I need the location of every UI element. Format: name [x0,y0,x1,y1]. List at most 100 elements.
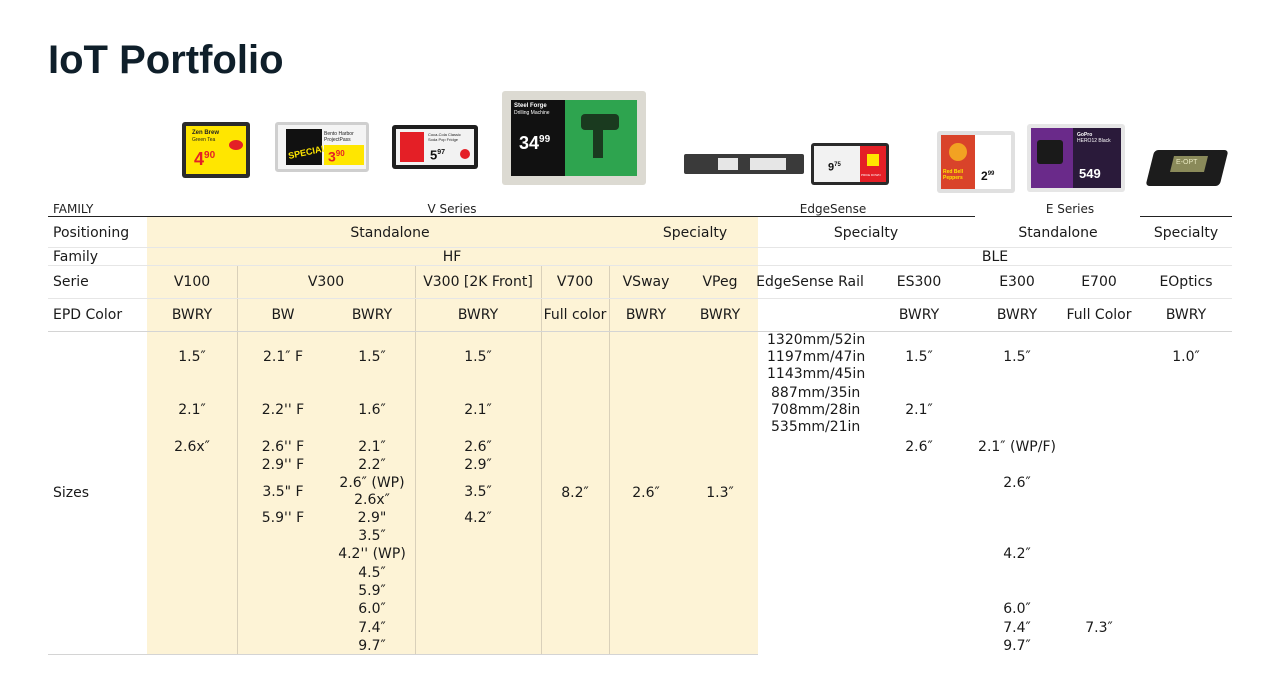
device-text: Steel Forge [514,103,547,109]
size-cell: 1.5″ [905,349,933,365]
size-cell: 2.1″ F [263,349,303,365]
device-price: 597 [430,145,445,163]
epd-es300: BWRY [898,307,940,323]
epd-vpeg: BWRY [699,307,741,323]
size-cell: 6.0″ [358,601,386,617]
device-image-coca-cola: Coca-Cola Classic Soda Pop Fridge 597 [392,125,478,169]
epd-e700: Full Color [1066,307,1132,323]
price-cents: 99 [987,171,995,177]
row-divider [48,654,758,655]
positioning-specialty-eoptics: Specialty [1153,225,1219,241]
device-price: 299 [981,167,994,183]
size-cell: 2.6″ (WP) [339,475,405,491]
price-cents: 90 [204,150,216,161]
size-cell: 1197mm/47in [767,349,866,365]
device-image-edgesense-rail [684,154,804,174]
device-label: E-OPT [1176,159,1198,166]
device-price: 3499 [519,130,550,153]
serie-v100: V100 [173,274,211,290]
size-cell: 1320mm/52in [767,332,866,348]
epd-vsway: BWRY [625,307,667,323]
device-image-zen-brew: Zen Brew Green Tea 490 [182,122,250,178]
promo-dot [229,140,243,150]
size-cell: 9.7″ [1003,638,1031,654]
size-cell: 8.2″ [561,485,589,501]
size-cell: 5.9″ [358,583,386,599]
epd-v100: BWRY [171,307,213,323]
price-int: 34 [519,133,540,153]
size-cell: 2.9″ [464,457,492,473]
size-cell: 4.2'' (WP) [338,546,406,562]
size-cell: 708mm/28in [771,402,861,418]
size-cell: 2.6x″ [354,492,390,508]
serie-eoptics: EOptics [1159,274,1213,290]
row-label-family-header: FAMILY [53,202,94,216]
device-price: 549 [1079,166,1101,181]
positioning-standalone-e: Standalone [1018,225,1098,241]
price-int: 3 [328,148,336,165]
size-cell: 6.0″ [1003,601,1031,617]
price-cents: 90 [335,149,345,158]
page-title: IoT Portfolio [48,38,284,82]
positioning-specialty-v: Specialty [662,225,728,241]
device-image-eoptics: E-OPT [1146,140,1228,196]
positioning-specialty-edge: Specialty [833,225,899,241]
row-divider [48,265,1232,266]
device-price: 390 [328,145,345,166]
size-cell: 2.1″ [358,439,386,455]
price-int: 4 [194,149,205,169]
size-cell: 2.9" [357,510,387,526]
row-divider [48,298,1232,299]
size-cell: 535mm/21in [771,419,861,435]
positioning-standalone-v: Standalone [350,225,430,241]
col-separator [609,266,610,655]
price-cents: 97 [437,149,446,156]
price-int: 2 [981,169,988,183]
row-label-epd-color: EPD Color [53,307,123,323]
size-cell: 887mm/35in [771,385,861,401]
serie-es300: ES300 [896,274,942,290]
device-text: Zen Brew [192,130,220,136]
device-price: 490 [194,146,215,169]
serie-e300: E300 [999,274,1035,290]
epd-v300-bwry: BWRY [351,307,393,323]
size-cell: 2.6″ [464,439,492,455]
device-image-price-down: 975 PRICE DOWN [811,143,889,185]
row-label-positioning: Positioning [53,225,130,241]
family-divider-e [1140,216,1232,217]
size-cell: 3.5″ [358,528,386,544]
size-cell: 2.6'' F [261,439,305,455]
row-divider [48,331,1232,332]
badge-text: PRICE DOWN [861,173,881,177]
device-text: Green Tea [192,137,216,143]
device-image-steel-forge: Steel Forge Drilling Machine 3499 [502,91,646,185]
price-cents: 99 [539,134,551,145]
size-cell: 4.2″ [464,510,492,526]
size-cell: 3.5" F [262,484,304,500]
size-cell: 1.5″ [464,349,492,365]
device-image-gopro: GoPro HERO12 Black 549 [1027,124,1125,192]
size-cell: 4.5″ [358,565,386,581]
device-price: 975 [828,158,841,175]
size-cell: 2.6″ [905,439,933,455]
size-cell: 7.4″ [1003,620,1031,636]
size-cell: 1.0″ [1172,349,1200,365]
size-cell: 2.1″ [905,402,933,418]
size-cell: 2.2″ [358,457,386,473]
device-image-special: SPECIAL Bento Harbor ProjectPass 390 [275,122,369,172]
device-text: Red Bell Peppers [943,169,964,181]
epd-e300: BWRY [996,307,1038,323]
family-e-series: E Series [1045,202,1095,216]
size-cell: 2.6x″ [174,439,210,455]
device-text: HERO12 Black [1077,138,1111,144]
epd-v300-bw: BW [271,307,295,323]
size-cell: 5.9'' F [261,510,305,526]
family-v-series: V Series [427,202,477,216]
serie-v700: V700 [556,274,594,290]
family-edgesense: EdgeSense [799,202,867,216]
size-cell: 1.6″ [358,402,386,418]
size-cell: 7.3″ [1085,620,1113,636]
epd-v300-2k: BWRY [457,307,499,323]
size-cell: 2.9'' F [261,457,305,473]
price-cents: 75 [834,162,841,168]
